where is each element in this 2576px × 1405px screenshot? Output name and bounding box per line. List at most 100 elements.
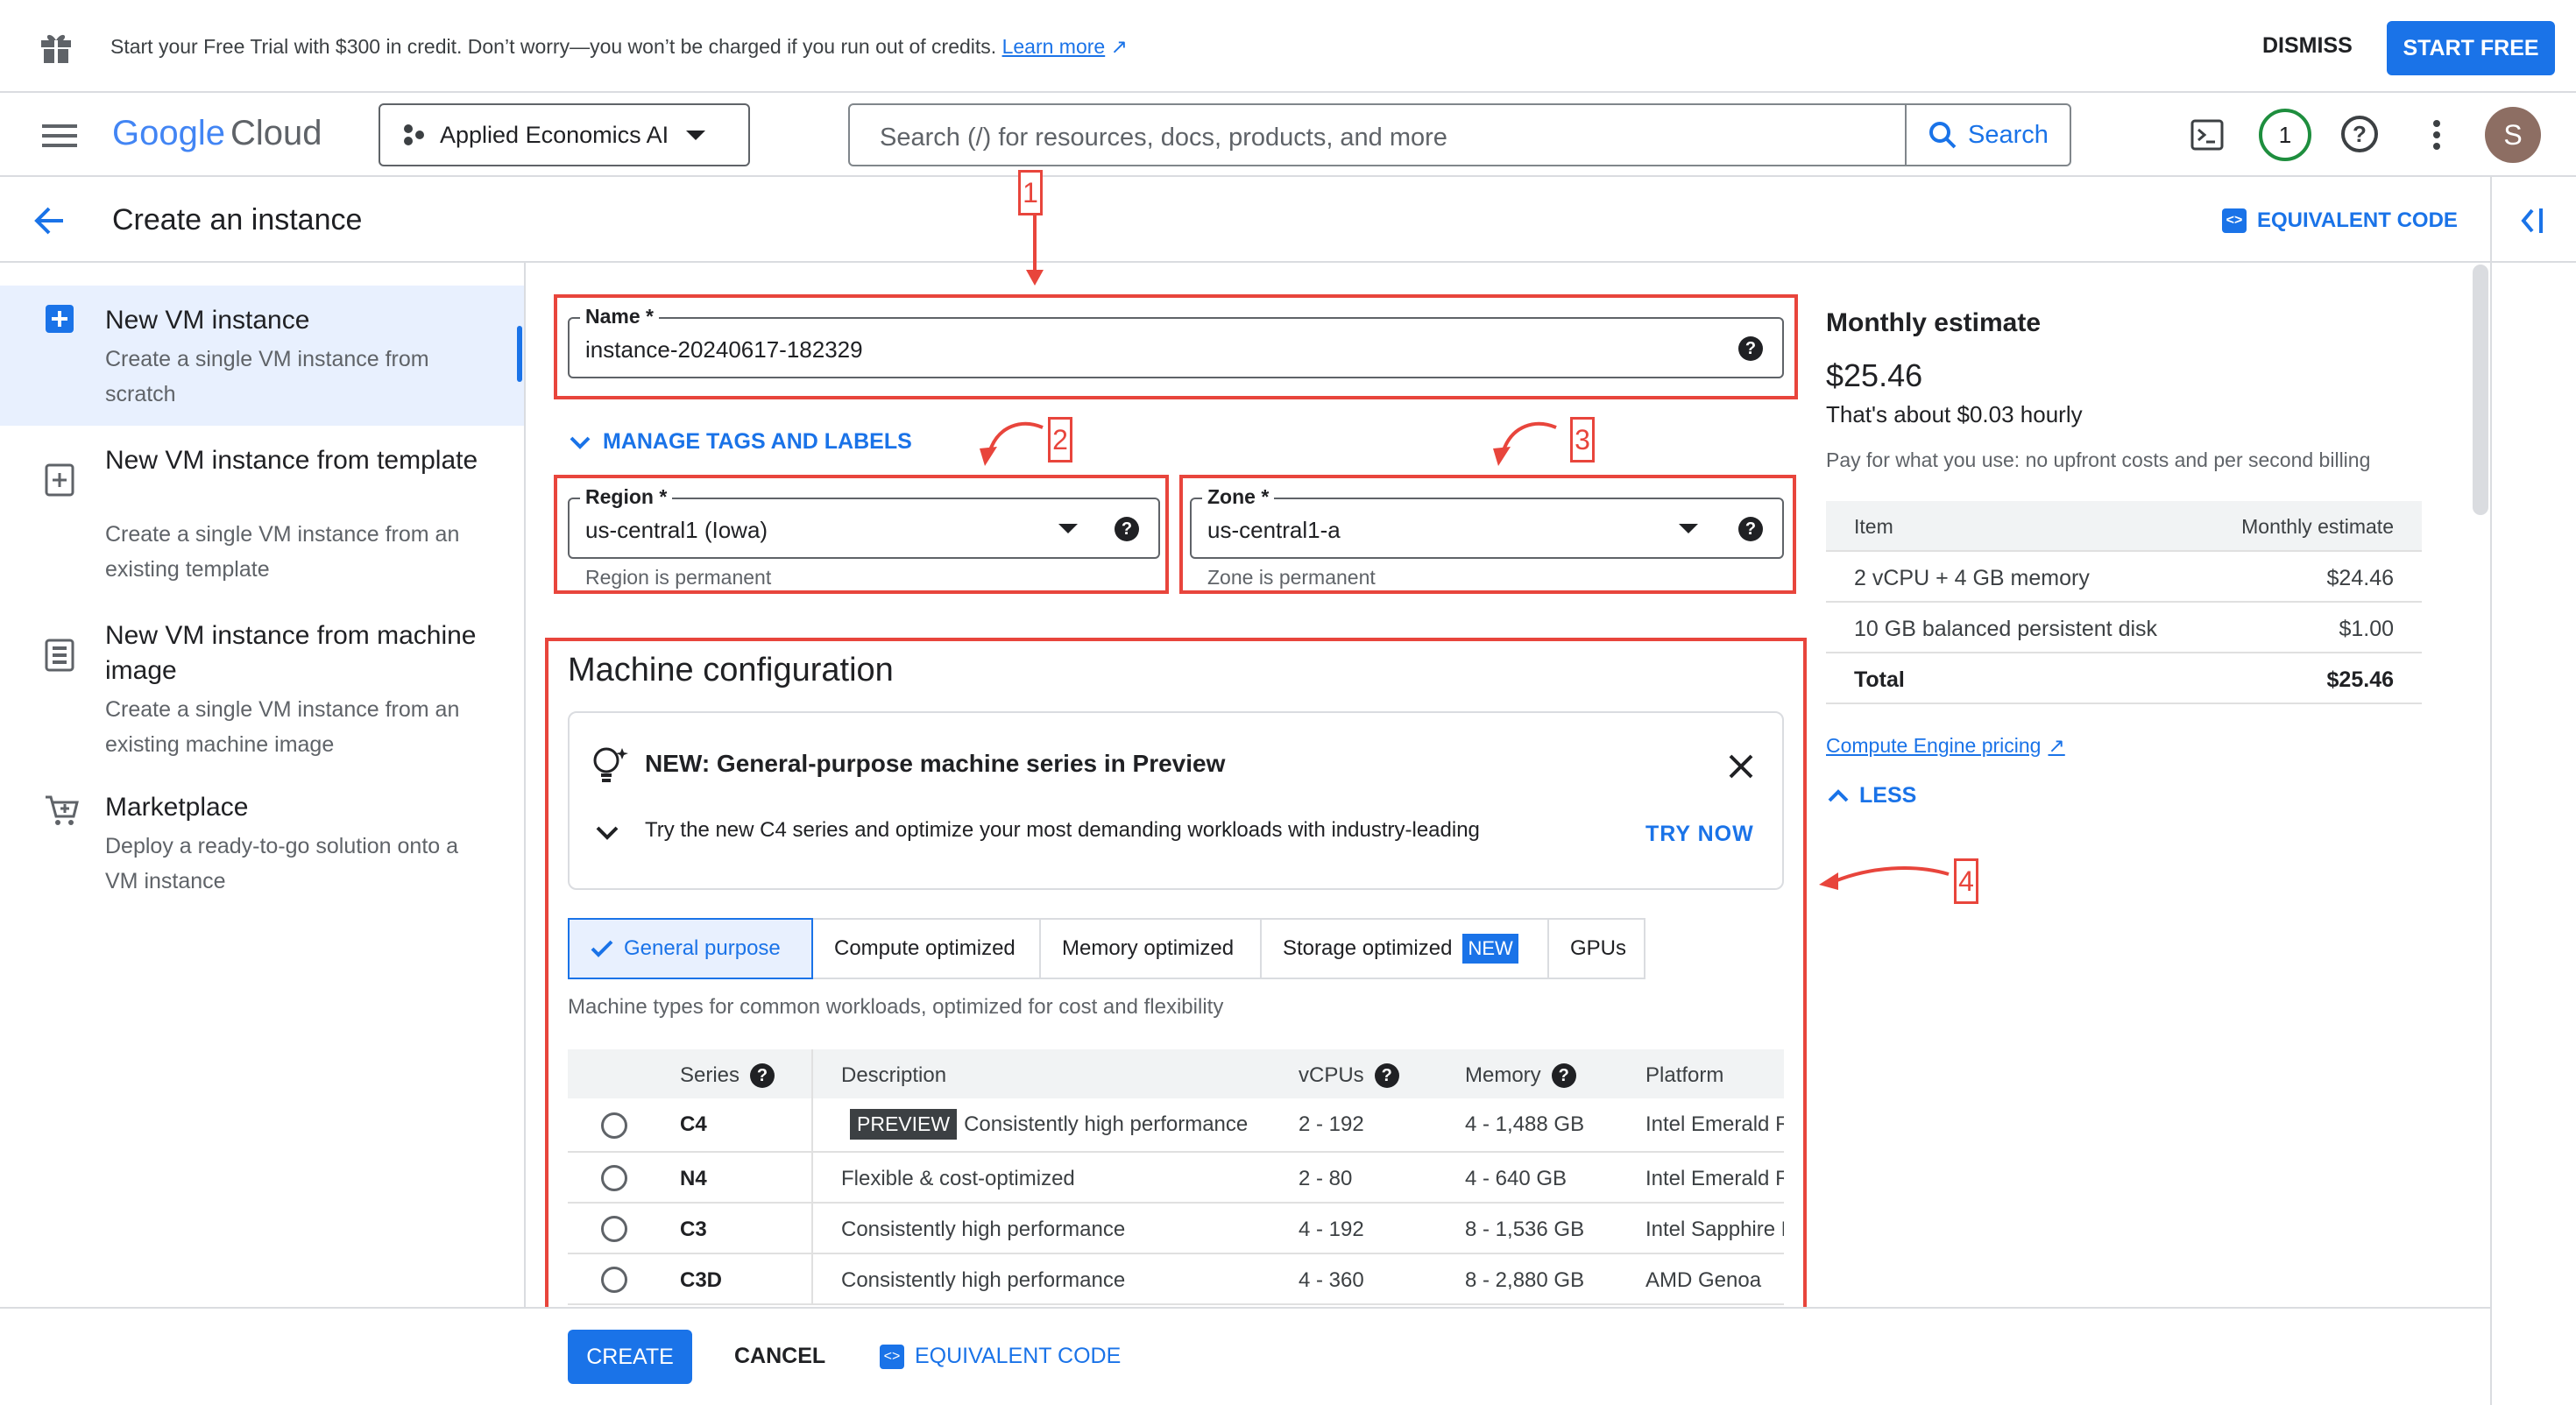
back-arrow-icon[interactable] [33,205,65,237]
col-vcpus-label: vCPUs [1299,1063,1364,1087]
project-selector[interactable]: Applied Economics AI [379,103,750,166]
learn-more-link[interactable]: Learn more [1002,35,1106,58]
try-now-button[interactable]: TRY NOW [1645,822,1754,847]
col-vcpus: vCPUs ? [1299,1063,1399,1088]
tab-label: Storage optimized [1283,936,1453,960]
tab-gpus[interactable]: GPUs [1549,918,1645,979]
logo-google: Google [112,114,225,152]
cloud-shell-icon[interactable] [2190,119,2224,151]
gift-icon [39,30,74,65]
chevron-down-icon[interactable] [596,825,619,841]
help-icon[interactable]: ? [1551,1063,1576,1088]
template-icon [44,462,79,498]
search-input[interactable]: Search (/) for resources, docs, products… [880,124,1447,152]
annotation-arrow-2 [973,419,1046,470]
manage-tags-button[interactable]: MANAGE TAGS AND LABELS [570,429,912,455]
preview-badge: PREVIEW [850,1109,958,1140]
region-select[interactable]: Region * us-central1 (Iowa) ? [568,485,1160,559]
collapse-panel-icon[interactable] [2518,207,2544,235]
help-icon[interactable]: ? [750,1063,775,1088]
zone-select[interactable]: Zone * us-central1-a ? [1190,485,1784,559]
start-free-button[interactable]: START FREE [2387,21,2555,75]
more-vert-icon[interactable] [2432,119,2441,151]
help-icon[interactable]: ? [2341,116,2378,152]
nav-item-title: New VM instance from template [105,446,478,475]
name-input[interactable]: instance-20240617-182329 [585,336,863,364]
nav-item-template[interactable]: New VM instance from template Create a s… [0,436,524,594]
estimate-cost: $25.46 [2326,667,2394,692]
avatar[interactable]: S [2485,107,2541,163]
chevron-down-icon [570,435,591,449]
table-row[interactable]: C3D Consistently high performance 4 - 36… [568,1254,1784,1305]
equivalent-code-button-top[interactable]: <> EQUIVALENT CODE [2222,208,2458,233]
series-name: N4 [680,1167,707,1190]
footer-bar [0,1307,2490,1405]
help-icon[interactable]: ? [1115,517,1139,541]
estimate-title: Monthly estimate [1826,308,2042,337]
dismiss-button[interactable]: DISMISS [2262,33,2353,59]
equivalent-code-button-bottom[interactable]: <> EQUIVALENT CODE [880,1344,1121,1369]
name-label: Name * [580,305,659,328]
estimate-hourly: That's about $0.03 hourly [1826,401,2083,427]
series-memory: 8 - 1,536 GB [1465,1218,1585,1241]
region-label: Region * [580,485,673,509]
cancel-button[interactable]: CANCEL [734,1344,825,1369]
series-desc: Consistently high performance [841,1218,1126,1241]
estimate-head-item: Item [1854,515,1893,538]
help-icon[interactable]: ? [1374,1063,1399,1088]
nav-item-marketplace[interactable]: Marketplace Deploy a ready-to-go solutio… [0,787,524,909]
help-icon[interactable]: ? [1738,336,1763,361]
tab-memory-optimized[interactable]: Memory optimized [1041,918,1262,979]
series-radio[interactable] [601,1112,627,1139]
external-link-icon: ↗ [1105,35,1128,58]
zone-value: us-central1-a [1207,517,1341,543]
pricing-link[interactable]: Compute Engine pricing ↗ [1826,734,2065,758]
help-icon[interactable]: ? [1738,517,1763,541]
estimate-row: 2 vCPU + 4 GB memory $24.46 [1826,552,2422,603]
table-row[interactable]: N4 Flexible & cost-optimized 2 - 80 4 - … [568,1153,1784,1204]
col-series-label: Series [680,1063,740,1087]
check-icon [591,940,613,957]
table-row[interactable]: C4 PREVIEW Consistently high performance … [568,1098,1784,1153]
series-desc: Consistently high performance [841,1268,1126,1292]
nav-item-new-vm[interactable]: New VM instance Create a single VM insta… [0,286,524,426]
series-radio[interactable] [601,1267,627,1293]
annotation-4: 4 [1954,858,1978,904]
create-button[interactable]: CREATE [568,1330,692,1384]
tab-storage-optimized[interactable]: Storage optimized NEW [1262,918,1549,979]
name-field[interactable]: Name * instance-20240617-182329 ? [568,305,1784,378]
scrollbar-thumb[interactable] [2473,265,2488,515]
nav-item-desc: Create a single VM instance from an exis… [105,697,460,757]
search-button[interactable]: Search [1905,105,2070,165]
google-cloud-logo[interactable]: Google Cloud [112,114,322,153]
page-title: Create an instance [112,203,363,237]
close-icon[interactable] [1728,753,1754,780]
project-dots-icon [401,123,426,147]
estimate-item: 2 vCPU + 4 GB memory [1854,566,2090,590]
less-button[interactable]: LESS [1828,783,1916,808]
dropdown-arrow-icon [686,130,706,140]
series-desc: Flexible & cost-optimized [841,1167,1075,1190]
nav-item-desc: Create a single VM instance from an exis… [105,522,460,582]
series-vcpus: 4 - 360 [1299,1268,1364,1292]
search-button-label: Search [1968,120,2049,149]
nav-item-desc: Create a single VM instance from scratch [105,347,429,406]
tab-compute-optimized[interactable]: Compute optimized [813,918,1041,979]
code-icon: <> [880,1344,904,1369]
pricing-link-label: Compute Engine pricing [1826,734,2042,757]
table-row[interactable]: C3 Consistently high performance 4 - 192… [568,1204,1784,1254]
nav-item-machine-image[interactable]: New VM instance from machine image Creat… [0,611,524,769]
equivalent-code-label: EQUIVALENT CODE [915,1344,1122,1368]
region-hint: Region is permanent [585,566,772,589]
tab-general-purpose[interactable]: General purpose [568,918,813,979]
chevron-up-icon [1828,788,1849,803]
hamburger-menu-icon[interactable] [42,123,77,149]
series-radio[interactable] [601,1165,627,1191]
series-radio[interactable] [601,1216,627,1242]
search-bar[interactable]: Search (/) for resources, docs, products… [848,103,2071,166]
notifications-badge[interactable]: 1 [2259,109,2311,161]
series-memory: 4 - 640 GB [1465,1167,1568,1190]
annotation-arrow-1 [1022,215,1048,287]
add-box-icon [44,303,79,338]
series-name: C4 [680,1112,707,1136]
